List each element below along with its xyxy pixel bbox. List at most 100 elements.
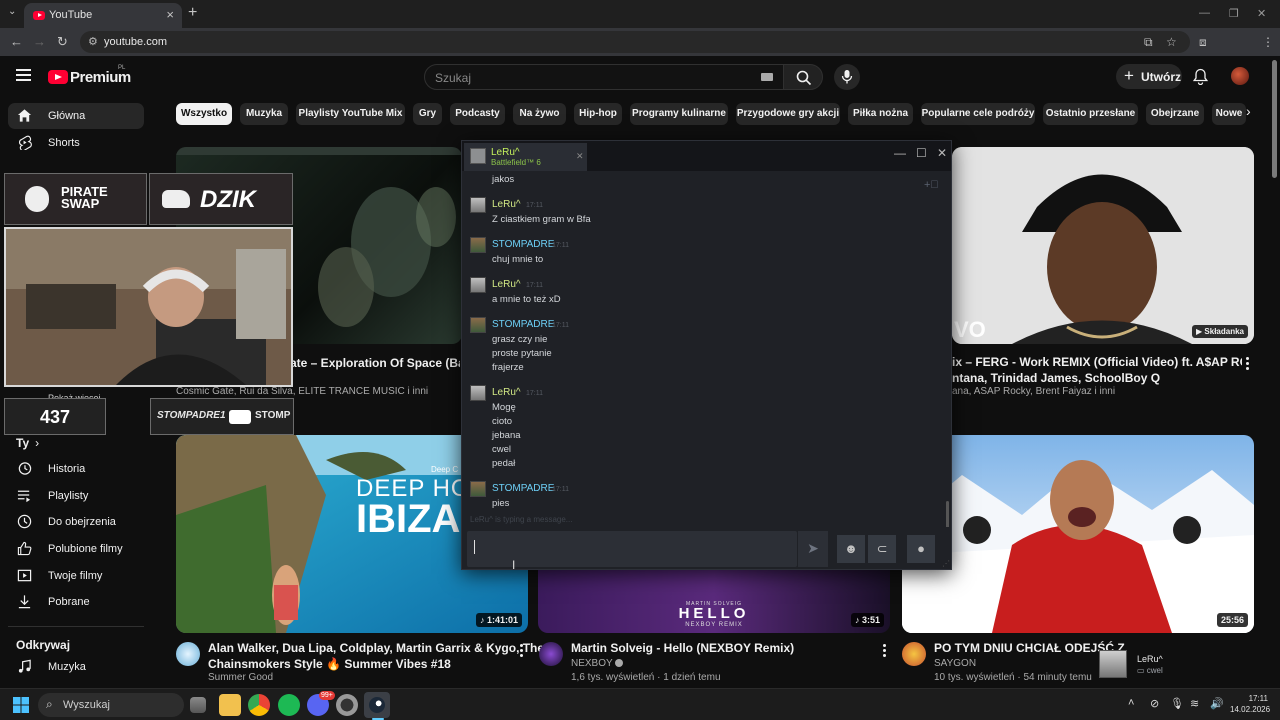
task-view-icon[interactable]	[190, 697, 206, 713]
chip-podcasts[interactable]: Podcasty	[450, 103, 505, 125]
sender-name[interactable]: STOMPADRE	[492, 483, 554, 494]
sender-avatar[interactable]	[470, 481, 486, 497]
sender-name[interactable]: LeRu^	[492, 279, 521, 290]
taskbar-clock[interactable]: 17:11 14.02.2026	[1230, 693, 1270, 715]
chat-message-input[interactable]	[467, 531, 797, 567]
chip-music[interactable]: Muzyka	[240, 103, 288, 125]
video-more-options-icon[interactable]	[883, 644, 887, 659]
search-button[interactable]	[783, 64, 823, 90]
steam-message-notification[interactable]: LeRu^ ▭ cwel	[1095, 648, 1235, 682]
close-chat-tab-icon[interactable]: ✕	[576, 151, 584, 162]
chip-new[interactable]: Nowe	[1212, 103, 1246, 125]
chip-games[interactable]: Gry	[413, 103, 442, 125]
tab-search-chevron-icon[interactable]: ⌄	[8, 6, 16, 17]
sidebar-item-your-videos[interactable]: Twoje filmy	[8, 563, 144, 589]
sender-name[interactable]: STOMPADRE	[492, 319, 554, 330]
extensions-icon[interactable]: ⧈	[1199, 35, 1207, 50]
close-tab-icon[interactable]: ×	[166, 7, 174, 22]
channel-avatar[interactable]	[902, 642, 926, 666]
install-app-icon[interactable]: ⧉	[1144, 35, 1153, 50]
video-thumbnail[interactable]: MARTIN SOLVEIG HELLO NEXBOY REMIX ♪ 3:51	[538, 565, 890, 633]
maximize-window-button[interactable]: ❐	[1229, 7, 1239, 20]
network-icon[interactable]: ⊘	[1150, 697, 1159, 710]
video-more-options-icon[interactable]	[1246, 357, 1250, 372]
sidebar-item-home[interactable]: Główna	[8, 103, 144, 129]
chip-live[interactable]: Na żywo	[513, 103, 566, 125]
sidebar-item-history[interactable]: Historia	[8, 456, 144, 482]
you-section-heading[interactable]: Ty ›	[16, 436, 39, 450]
steam-minimize-button[interactable]: —	[894, 146, 906, 160]
windows-start-icon[interactable]	[13, 697, 29, 713]
bookmark-star-icon[interactable]: ☆	[1166, 35, 1177, 49]
chip-football[interactable]: Piłka nożna	[848, 103, 913, 125]
chip-recently-uploaded[interactable]: Ostatnio przesłane	[1043, 103, 1138, 125]
voice-chat-button[interactable]: ●	[907, 535, 935, 563]
voice-search-button[interactable]	[834, 64, 860, 90]
back-button[interactable]: ←	[10, 34, 23, 49]
sidebar-item-watch-later[interactable]: Do obejrzenia	[8, 509, 144, 535]
minimize-window-button[interactable]: —	[1199, 7, 1210, 19]
chip-cooking[interactable]: Programy kulinarne	[630, 103, 728, 125]
browser-menu-icon[interactable]: ⋮	[1262, 35, 1274, 49]
notifications-bell-icon[interactable]	[1193, 68, 1208, 85]
create-button[interactable]: + Utwórz	[1116, 64, 1182, 89]
chip-hip-hop[interactable]: Hip-hop	[574, 103, 622, 125]
chat-tab-friend[interactable]: LeRu^ Battlefield™ 6 ✕	[464, 143, 587, 171]
volume-icon[interactable]: 🔊	[1210, 697, 1224, 710]
chip-all[interactable]: Wszystko	[176, 103, 232, 125]
add-friend-to-chat-icon[interactable]: +⃝	[924, 179, 939, 191]
taskbar-search[interactable]: ⌕ Wyszukaj	[38, 693, 184, 717]
video-thumbnail[interactable]: 25:56	[902, 435, 1254, 633]
search-input[interactable]: Szukaj	[424, 64, 784, 90]
send-message-button[interactable]: ➤	[798, 531, 828, 567]
channel-avatar[interactable]	[539, 642, 563, 666]
sender-avatar[interactable]	[470, 197, 486, 213]
sidebar-item-shorts[interactable]: Shorts	[8, 130, 144, 156]
page-scrollbar[interactable]	[1272, 60, 1277, 178]
chat-scrollbar[interactable]	[946, 501, 949, 527]
video-title[interactable]: ate – Exploration Of Space (Bass S	[290, 355, 460, 371]
forward-button[interactable]: →	[33, 34, 46, 49]
video-thumbnail[interactable]: VO ▶ Składanka	[952, 147, 1254, 344]
sender-avatar[interactable]	[470, 237, 486, 253]
steam-maximize-button[interactable]: ☐	[916, 146, 927, 160]
resize-grip-icon[interactable]: ⋰	[942, 559, 950, 568]
sender-name[interactable]: LeRu^	[492, 387, 521, 398]
sender-name[interactable]: LeRu^	[492, 199, 521, 210]
spotify-icon[interactable]	[278, 694, 300, 716]
keyboard-icon[interactable]	[761, 73, 773, 81]
file-explorer-icon[interactable]	[219, 694, 241, 716]
video-title[interactable]: ix – FERG - Work REMIX (Official Video) …	[952, 354, 1242, 386]
sidebar-item-liked[interactable]: Polubione filmy	[8, 536, 144, 562]
sender-avatar[interactable]	[470, 277, 486, 293]
browser-tab[interactable]: YouTube ×	[24, 3, 182, 28]
account-avatar[interactable]	[1231, 67, 1249, 85]
address-bar[interactable]: ⚙ youtube.com	[80, 31, 1190, 53]
channel-name[interactable]: SAYGON	[934, 656, 976, 671]
wifi-icon[interactable]: ≋	[1190, 697, 1199, 710]
sidebar-item-downloads[interactable]: Pobrane	[8, 589, 144, 615]
new-tab-button[interactable]: +	[188, 4, 197, 22]
chip-action-adventure[interactable]: Przygodowe gry akcji	[736, 103, 840, 125]
hamburger-menu-icon[interactable]	[16, 69, 31, 81]
channel-name[interactable]: NEXBOY	[571, 656, 624, 671]
sender-avatar[interactable]	[470, 317, 486, 333]
tray-overflow-icon[interactable]: ˄	[1128, 697, 1134, 709]
video-title[interactable]: Alan Walker, Dua Lipa, Coldplay, Martin …	[208, 640, 544, 672]
video-more-options-icon[interactable]	[520, 644, 524, 659]
sender-avatar[interactable]	[470, 385, 486, 401]
chips-next-chevron-icon[interactable]: ›	[1246, 103, 1251, 119]
steam-close-button[interactable]: ✕	[937, 146, 947, 160]
site-info-icon[interactable]: ⚙	[88, 35, 98, 48]
chip-watched[interactable]: Obejrzane	[1146, 103, 1204, 125]
chip-youtube-mix[interactable]: Playlisty YouTube Mix	[296, 103, 405, 125]
channel-avatar[interactable]	[176, 642, 200, 666]
sender-name[interactable]: STOMPADRE	[492, 239, 554, 250]
video-title[interactable]: Martin Solveig - Hello (NEXBOY Remix)	[571, 640, 794, 656]
close-window-button[interactable]: ✕	[1257, 7, 1266, 20]
sidebar-item-music[interactable]: Muzyka	[8, 654, 144, 680]
emoticon-button[interactable]: ☻	[837, 535, 865, 563]
chrome-icon[interactable]	[248, 694, 270, 716]
reload-button[interactable]: ↻	[57, 34, 68, 50]
sidebar-item-playlists[interactable]: Playlisty	[8, 483, 144, 509]
